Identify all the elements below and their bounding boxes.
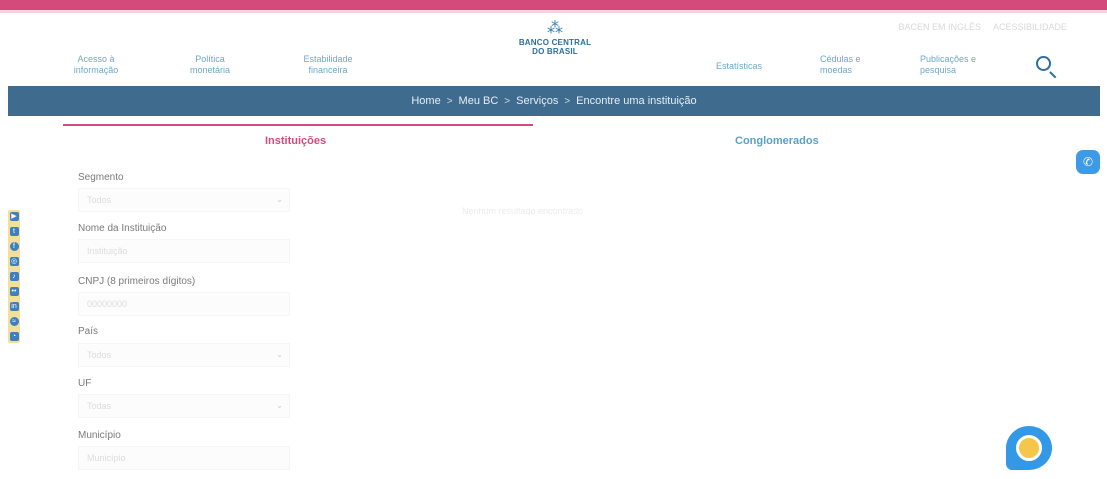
top-accent-bar — [0, 0, 1107, 10]
pais-select[interactable]: Todos ⌄ — [78, 343, 290, 367]
nav-acesso-line2: informação — [73, 65, 119, 75]
nav-estatisticas[interactable]: Estatísticas — [716, 61, 762, 72]
nav-estabilidade-financeira[interactable]: Estabilidade financeira — [290, 54, 366, 76]
tab-conglomerados[interactable]: Conglomerados — [735, 135, 819, 147]
chat-assistant-button[interactable] — [1006, 426, 1054, 472]
breadcrumb-separator: > — [564, 95, 571, 107]
municipio-label: Município — [78, 430, 121, 441]
nome-instituicao-placeholder: Instituição — [87, 246, 128, 256]
twitter-icon[interactable]: t — [9, 227, 19, 236]
nav-publicacoes-line2: pesquisa — [920, 65, 957, 75]
flickr-icon[interactable]: •• — [9, 287, 19, 296]
top-accent-shadow — [0, 10, 1107, 13]
facebook-icon[interactable]: f — [9, 242, 19, 251]
breadcrumb-separator: > — [504, 95, 511, 107]
breadcrumb-home[interactable]: Home — [411, 95, 440, 107]
tiktok-icon[interactable]: ♪ — [9, 272, 19, 281]
side-chat-icon[interactable]: ✆ — [1076, 150, 1100, 174]
chevron-down-icon: ⌄ — [276, 195, 283, 204]
cnpj-label: CNPJ (8 primeiros dígitos) — [78, 276, 196, 287]
cnpj-input[interactable]: 00000000 — [78, 292, 290, 316]
uf-select[interactable]: Todas ⌄ — [78, 394, 290, 418]
bcb-logo-icon: ⁂ — [547, 20, 563, 37]
util-link-english[interactable]: BACEN EM INGLÊS — [898, 22, 981, 32]
nav-politica-line1: Política — [195, 54, 225, 64]
segmento-select[interactable]: Todos ⌄ — [78, 188, 290, 212]
segmento-value: Todos — [87, 195, 112, 205]
chevron-down-icon: ⌄ — [276, 350, 283, 359]
chat-bubble-inner — [1016, 435, 1042, 461]
nav-publicacoes-pesquisa[interactable]: Publicações e pesquisa — [920, 54, 976, 76]
breadcrumb-servicos[interactable]: Serviços — [516, 95, 558, 107]
uf-value: Todas — [87, 401, 112, 411]
nav-estabilidade-line2: financeira — [308, 65, 348, 75]
active-tab-indicator — [63, 124, 533, 126]
youtube-icon[interactable]: ▶ — [9, 212, 19, 221]
nome-instituicao-label: Nome da Instituição — [78, 223, 167, 234]
nav-politica-monetaria[interactable]: Política monetária — [182, 54, 238, 76]
search-icon-handle — [1049, 71, 1057, 79]
cnpj-placeholder: 00000000 — [87, 299, 128, 309]
social-sidebar: ▶ t f ◎ ♪ •• in ≈ ◔ — [8, 210, 20, 343]
nav-acesso-line1: Acesso à — [77, 54, 115, 64]
municipio-input[interactable]: Município — [78, 446, 290, 470]
nav-cedulas-line2: moedas — [820, 65, 853, 75]
pais-value: Todos — [87, 350, 112, 360]
rss-icon[interactable]: ◔ — [9, 332, 19, 341]
bcb-logo-line2: DO BRASIL — [532, 47, 578, 56]
nav-acesso-informacao[interactable]: Acesso à informação — [68, 54, 124, 76]
nav-estabilidade-line1: Estabilidade — [303, 54, 353, 64]
search-button[interactable] — [1034, 54, 1060, 80]
results-placeholder-text: Nenhum resultado encontrado — [462, 206, 584, 216]
municipio-placeholder: Município — [87, 453, 126, 463]
util-link-accessibility[interactable]: ACESSIBILIDADE — [993, 22, 1067, 32]
tab-instituicoes[interactable]: Instituições — [265, 135, 326, 147]
breadcrumb-current: Encontre uma instituição — [576, 95, 697, 107]
bcb-logo[interactable]: ⁂ BANCO CENTRAL DO BRASIL — [510, 20, 600, 56]
bcb-logo-line1: BANCO CENTRAL — [518, 38, 592, 47]
segmento-label: Segmento — [78, 172, 124, 183]
spotify-icon[interactable]: ≈ — [9, 317, 19, 326]
utility-links: BACEN EM INGLÊS ACESSIBILIDADE — [898, 22, 1067, 32]
nav-politica-line2: monetária — [189, 65, 231, 75]
pais-label: País — [78, 326, 99, 337]
nav-cedulas-moedas[interactable]: Cédulas e moedas — [820, 54, 861, 76]
breadcrumb-meu-bc[interactable]: Meu BC — [459, 95, 499, 107]
instagram-icon[interactable]: ◎ — [9, 257, 19, 266]
uf-label: UF — [78, 378, 92, 389]
breadcrumb: Home > Meu BC > Serviços > Encontre uma … — [8, 86, 1100, 116]
nav-publicacoes-line1: Publicações e — [920, 54, 977, 64]
nav-estatisticas-line1: Estatísticas — [716, 61, 763, 71]
search-icon — [1036, 56, 1051, 71]
nav-cedulas-line1: Cédulas e — [820, 54, 861, 64]
chevron-down-icon: ⌄ — [276, 401, 283, 410]
nome-instituicao-input[interactable]: Instituição — [78, 239, 290, 263]
breadcrumb-separator: > — [446, 95, 453, 107]
linkedin-icon[interactable]: in — [9, 302, 19, 311]
